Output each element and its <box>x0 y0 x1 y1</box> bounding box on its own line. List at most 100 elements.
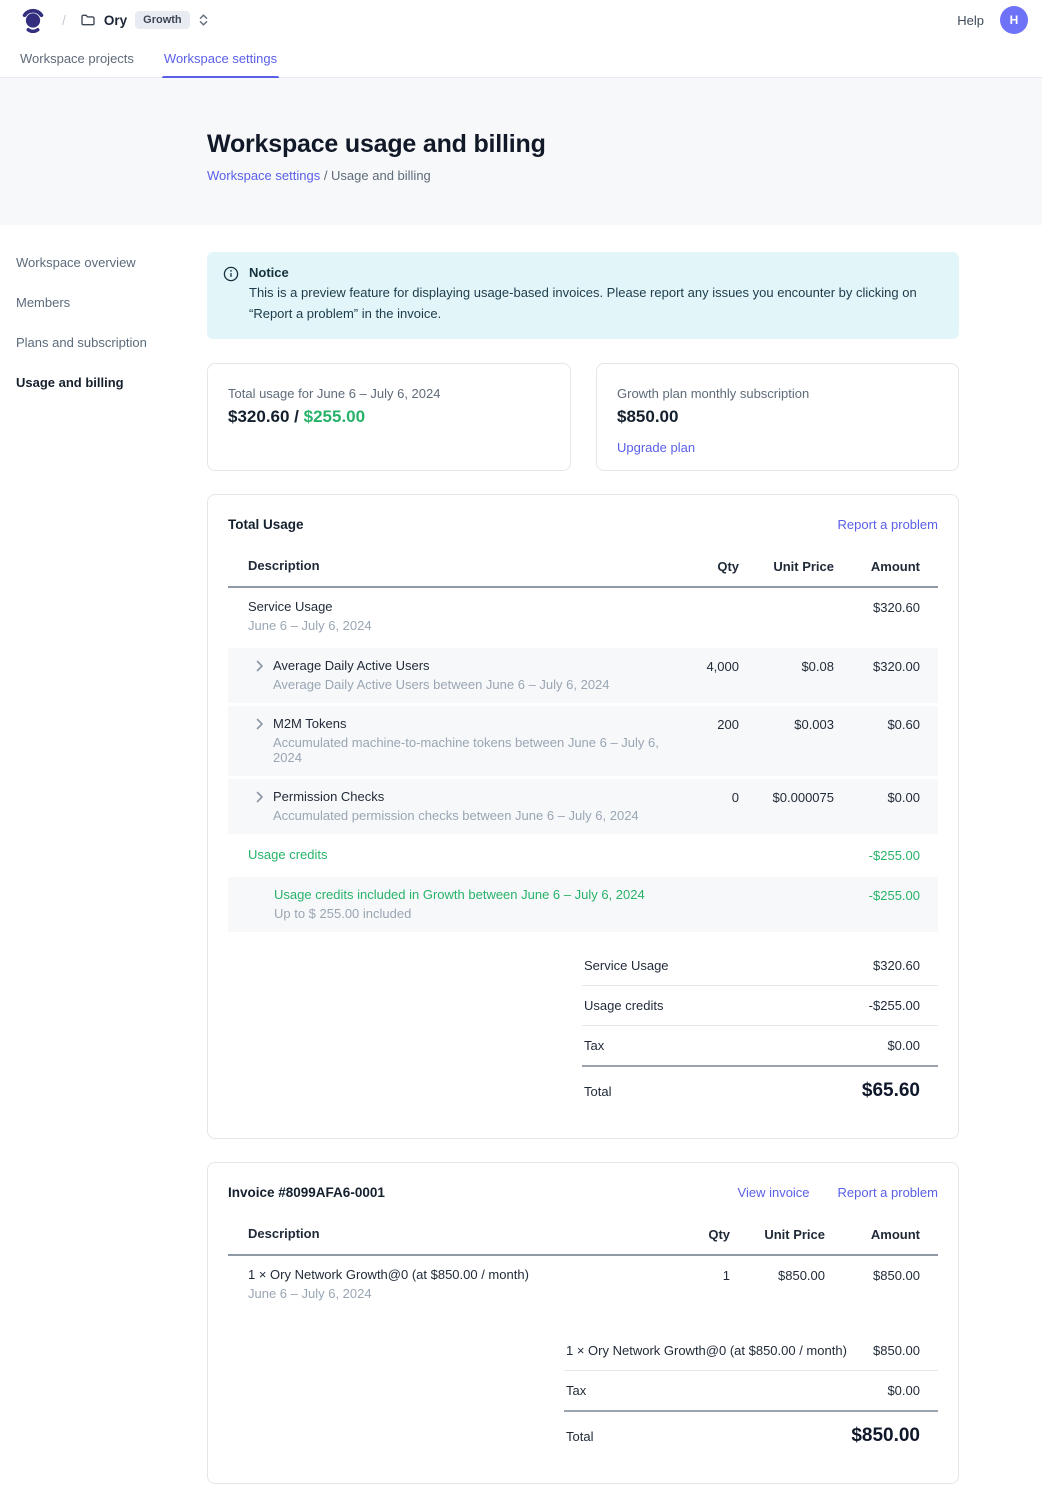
row-amount: $0.60 <box>834 716 938 732</box>
summary-value: -$255.00 <box>869 998 938 1013</box>
row-unit-price: $0.08 <box>739 658 834 674</box>
invoice-table: Description Qty Unit Price Amount 1 × Or… <box>228 1216 938 1313</box>
row-title: Average Daily Active Users <box>273 658 610 673</box>
notice-body: This is a preview feature for displaying… <box>249 283 939 325</box>
page-title: Workspace usage and billing <box>207 130 1042 159</box>
total-usage-stat-value: $320.60 / $255.00 <box>228 407 550 427</box>
report-a-problem-link[interactable]: Report a problem <box>838 1185 938 1200</box>
selector-chevrons-icon <box>198 13 209 27</box>
row-amount: $0.00 <box>834 789 938 805</box>
stat-cards-row: Total usage for June 6 – July 6, 2024 $3… <box>207 363 959 471</box>
row-unit-price <box>739 599 834 600</box>
report-a-problem-link[interactable]: Report a problem <box>838 517 938 532</box>
header-description: Description <box>228 1226 670 1241</box>
breadcrumb-current: Usage and billing <box>331 168 431 183</box>
table-row-usage-credits: Usage credits -$255.00 <box>228 837 938 874</box>
usage-used-amount: $320.60 <box>228 407 289 426</box>
info-icon <box>223 265 239 325</box>
summary-row-total: Total $65.60 <box>582 1067 938 1114</box>
summary-total-label: Total <box>582 1084 611 1099</box>
tab-workspace-settings[interactable]: Workspace settings <box>162 40 279 77</box>
row-unit-price: $850.00 <box>730 1267 825 1283</box>
total-usage-card-title: Total Usage <box>228 517 304 532</box>
chevron-right-icon[interactable] <box>255 716 264 765</box>
header-unit-price: Unit Price <box>739 558 834 574</box>
plan-stat-value: $850.00 <box>617 407 938 427</box>
breadcrumb-sep: / <box>320 168 331 183</box>
workspace-name: Ory <box>104 13 127 28</box>
table-row-service-usage: Service Usage June 6 – July 6, 2024 $320… <box>228 588 938 645</box>
tab-workspace-projects[interactable]: Workspace projects <box>18 40 136 77</box>
summary-value: $320.60 <box>873 958 938 973</box>
ory-logo-icon[interactable] <box>20 7 46 33</box>
total-usage-card: Total Usage Report a problem Description… <box>207 494 959 1139</box>
plan-stat-label: Growth plan monthly subscription <box>617 386 938 401</box>
chevron-right-icon[interactable] <box>255 658 264 692</box>
invoice-line-row: 1 × Ory Network Growth@0 (at $850.00 / m… <box>228 1256 938 1313</box>
summary-label: Usage credits <box>582 998 663 1013</box>
row-qty <box>659 599 739 600</box>
row-qty: 0 <box>659 789 739 805</box>
sidebar-item-usage-and-billing[interactable]: Usage and billing <box>16 375 207 415</box>
top-bar: / Ory Growth Help H <box>0 0 1042 40</box>
view-invoice-link[interactable]: View invoice <box>738 1185 810 1200</box>
summary-value: $0.00 <box>887 1038 938 1053</box>
row-unit-price: $0.000075 <box>739 789 834 805</box>
usage-amount-separator: / <box>289 407 303 426</box>
workspace-switcher[interactable]: Ory Growth <box>80 11 209 29</box>
summary-row-total: Total $850.00 <box>564 1412 938 1459</box>
breadcrumb-separator: / <box>62 12 66 28</box>
row-unit-price: $0.003 <box>739 716 834 732</box>
header-amount: Amount <box>825 1226 938 1242</box>
sidebar-item-workspace-overview[interactable]: Workspace overview <box>16 255 207 295</box>
summary-total-value: $850.00 <box>851 1425 938 1447</box>
summary-row-service-usage: Service Usage $320.60 <box>582 946 938 986</box>
summary-label: 1 × Ory Network Growth@0 (at $850.00 / m… <box>564 1343 847 1358</box>
header-description: Description <box>228 558 659 573</box>
row-qty: 4,000 <box>659 658 739 674</box>
row-amount: -$255.00 <box>834 847 938 863</box>
sidebar-item-members[interactable]: Members <box>16 295 207 335</box>
folder-icon <box>80 12 96 28</box>
row-amount: $320.00 <box>834 658 938 674</box>
avatar[interactable]: H <box>1000 6 1028 34</box>
sidebar-item-plans-and-subscription[interactable]: Plans and subscription <box>16 335 207 375</box>
plan-subscription-stat-card: Growth plan monthly subscription $850.00… <box>596 363 959 471</box>
row-subtitle: Average Daily Active Users between June … <box>273 677 610 692</box>
header-unit-price: Unit Price <box>730 1226 825 1242</box>
tab-bar: Workspace projects Workspace settings <box>0 40 1042 78</box>
table-row-m2m-tokens: M2M Tokens Accumulated machine-to-machin… <box>228 706 938 776</box>
row-amount: $850.00 <box>825 1267 938 1283</box>
breadcrumb: Workspace settings / Usage and billing <box>207 168 1042 183</box>
help-link[interactable]: Help <box>957 13 984 28</box>
row-title: M2M Tokens <box>273 716 659 731</box>
notice-title: Notice <box>249 265 939 280</box>
summary-row-tax: Tax $0.00 <box>564 1371 938 1412</box>
invoice-summary: 1 × Ory Network Growth@0 (at $850.00 / m… <box>564 1331 938 1459</box>
usage-table-header: Description Qty Unit Price Amount <box>228 548 938 588</box>
table-row-average-daily-active-users: Average Daily Active Users Average Daily… <box>228 648 938 703</box>
chevron-right-icon[interactable] <box>255 789 264 823</box>
row-title: Service Usage <box>248 599 659 614</box>
page-header: Workspace usage and billing Workspace se… <box>0 78 1042 225</box>
row-subtitle: June 6 – July 6, 2024 <box>248 1286 670 1301</box>
row-amount: -$255.00 <box>834 887 938 903</box>
row-title: Usage credits included in Growth between… <box>274 887 659 902</box>
usage-table: Description Qty Unit Price Amount Servic… <box>228 548 938 932</box>
invoice-table-header: Description Qty Unit Price Amount <box>228 1216 938 1256</box>
summary-value: $0.00 <box>887 1383 938 1398</box>
summary-label: Service Usage <box>582 958 669 973</box>
summary-total-value: $65.60 <box>862 1080 938 1102</box>
summary-row-usage-credits: Usage credits -$255.00 <box>582 986 938 1026</box>
usage-included-amount: $255.00 <box>304 407 365 426</box>
upgrade-plan-link[interactable]: Upgrade plan <box>617 440 695 455</box>
row-qty: 200 <box>659 716 739 732</box>
row-subtitle: June 6 – July 6, 2024 <box>248 618 659 633</box>
row-title: 1 × Ory Network Growth@0 (at $850.00 / m… <box>248 1267 670 1282</box>
summary-label: Tax <box>582 1038 604 1053</box>
header-qty: Qty <box>670 1226 730 1242</box>
breadcrumb-link-workspace-settings[interactable]: Workspace settings <box>207 168 320 183</box>
row-title: Permission Checks <box>273 789 639 804</box>
header-amount: Amount <box>834 558 938 574</box>
row-title: Usage credits <box>248 847 659 862</box>
